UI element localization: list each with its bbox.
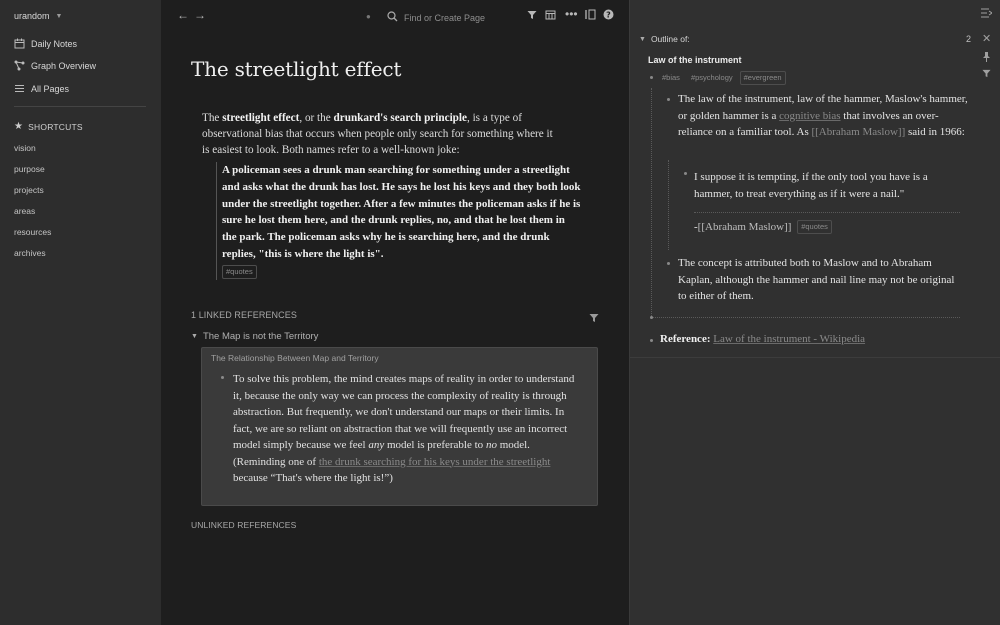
calendar-icon[interactable] [545, 9, 556, 23]
panel-divider [630, 357, 1000, 358]
bullet-icon[interactable] [667, 98, 670, 101]
chevron-down-icon: ▼ [55, 12, 63, 20]
topbar: ← → ● Find or Create Page ••• ? [161, 0, 629, 31]
linked-references-header: 1 LINKED REFERENCES [191, 310, 297, 320]
forward-arrow-icon[interactable]: → [194, 8, 206, 22]
intro-block[interactable]: The streetlight effect, or the drunkard'… [202, 110, 562, 159]
nav-label: Daily Notes [31, 38, 78, 49]
reference-breadcrumb[interactable]: The Relationship Between Map and Territo… [211, 353, 379, 363]
tag-evergreen[interactable]: #evergreen [739, 71, 786, 85]
shortcut-purpose[interactable]: purpose [14, 164, 45, 174]
nav-all-pages[interactable]: All Pages [14, 83, 69, 94]
graph-selector[interactable]: urandom ▼ [14, 11, 62, 21]
tag-bias[interactable]: #bias [658, 71, 684, 85]
shortcut-resources[interactable]: resources [14, 227, 51, 237]
collapse-triangle-icon[interactable]: ▼ [191, 333, 198, 340]
bullet-icon[interactable] [667, 262, 670, 265]
shortcut-archives[interactable]: archives [14, 248, 46, 258]
close-sidebar-icon[interactable] [981, 8, 993, 21]
collapse-triangle-icon[interactable]: ▼ [639, 36, 646, 43]
nav-graph-overview[interactable]: Graph Overview [14, 60, 96, 71]
right-sidebar: ▼ Outline of: 2 ✕ Law of the instrument … [629, 0, 1000, 625]
close-icon[interactable]: ✕ [982, 34, 991, 45]
quote-block[interactable]: I suppose it is tempting, if the only to… [694, 169, 964, 202]
shortcut-projects[interactable]: projects [14, 185, 44, 195]
outline-page-title[interactable]: Law of the instrument [648, 55, 742, 65]
filter-icon[interactable] [527, 9, 537, 23]
main-pane: ← → ● Find or Create Page ••• ? The stre… [161, 0, 629, 625]
outline-block-1[interactable]: The law of the instrument, law of the ha… [678, 91, 968, 141]
joke-quote[interactable]: A policeman sees a drunk man searching f… [216, 162, 582, 280]
bullet-icon[interactable] [650, 316, 653, 319]
page-ref-abraham-maslow[interactable]: [[Abraham Maslow]] [698, 221, 792, 233]
nav-label: Graph Overview [31, 60, 97, 71]
nav-daily-notes[interactable]: Daily Notes [14, 38, 77, 49]
block-separator [652, 317, 960, 318]
graph-icon [14, 60, 25, 71]
left-sidebar: urandom ▼ Daily Notes Graph Overview All… [0, 0, 161, 625]
sidebar-toggle-icon[interactable] [585, 9, 596, 23]
bullet-icon[interactable] [650, 339, 653, 342]
page-link[interactable]: the drunk searching for his keys under t… [319, 456, 551, 468]
bullet-icon[interactable] [684, 172, 687, 175]
svg-text:?: ? [606, 11, 611, 20]
filter-icon[interactable] [589, 310, 599, 328]
pin-icon[interactable] [982, 52, 991, 65]
indent-guide [668, 160, 669, 250]
more-options-icon[interactable]: ••• [565, 7, 578, 21]
search-input[interactable]: Find or Create Page [404, 13, 485, 23]
outline-header[interactable]: ▼ Outline of: [639, 34, 690, 44]
shortcut-vision[interactable]: vision [14, 143, 36, 153]
back-arrow-icon[interactable]: ← [177, 8, 189, 22]
sync-status-icon: ● [366, 12, 371, 21]
help-icon[interactable]: ? [603, 9, 614, 23]
filter-icon[interactable] [982, 69, 991, 81]
bullet-icon[interactable] [221, 376, 224, 379]
tag-quotes[interactable]: #quotes [222, 264, 257, 279]
star-icon: ★ [14, 121, 24, 132]
window-count: 2 [966, 34, 972, 44]
reference-block[interactable]: The Relationship Between Map and Territo… [201, 347, 598, 506]
nav-label: All Pages [31, 83, 70, 94]
bold-term: streetlight effect [222, 112, 300, 124]
calendar-icon [14, 38, 25, 49]
shortcut-areas[interactable]: areas [14, 206, 35, 216]
reference-block[interactable]: Reference: Law of the instrument - Wikip… [660, 331, 960, 348]
indent-guide [651, 88, 652, 318]
quote-separator [694, 212, 960, 213]
search-box[interactable]: Find or Create Page [387, 9, 485, 27]
shortcuts-header: ★ SHORTCUTS [14, 121, 83, 132]
outline-block-2[interactable]: The concept is attributed both to Maslow… [678, 255, 963, 305]
bold-term: drunkard's search principle [333, 112, 467, 124]
tags-row: #bias #psychology #evergreen [649, 71, 786, 85]
graph-name: urandom [14, 11, 50, 21]
page-link-cognitive-bias[interactable]: cognitive bias [779, 110, 840, 122]
quote-attribution[interactable]: -[[Abraham Maslow]] #quotes [694, 219, 964, 236]
tag-quotes[interactable]: #quotes [797, 220, 832, 234]
linked-reference-page[interactable]: ▼ The Map is not the Territory [191, 331, 318, 342]
page-title[interactable]: The streetlight effect [191, 57, 401, 81]
unlinked-references-header[interactable]: UNLINKED REFERENCES [191, 520, 296, 530]
sidebar-divider [14, 106, 146, 107]
search-icon [387, 9, 398, 27]
tag-psychology[interactable]: #psychology [687, 71, 737, 85]
external-link-wikipedia[interactable]: Law of the instrument - Wikipedia [713, 333, 865, 345]
list-icon [14, 83, 25, 94]
reference-text[interactable]: To solve this problem, the mind creates … [233, 371, 585, 487]
page-ref-abraham-maslow[interactable]: [[Abraham Maslow]] [811, 126, 905, 138]
